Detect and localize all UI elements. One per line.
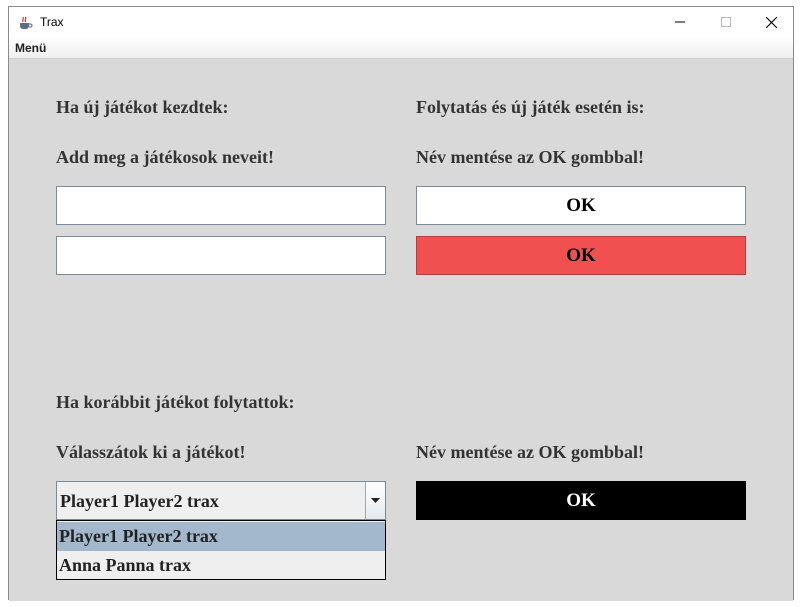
combobox-arrow-button[interactable] — [365, 482, 385, 519]
choose-game-instruction: Válasszátok ki a játékot! — [56, 442, 246, 462]
player1-name-input[interactable] — [56, 186, 386, 225]
maximize-button[interactable] — [703, 7, 749, 37]
new-game-heading: Ha új játékot kezdtek: — [56, 97, 229, 117]
player2-name-input[interactable] — [56, 236, 386, 275]
save-name-instruction-bottom: Név mentése az OK gombbal! — [416, 442, 644, 462]
combobox-selected-value: Player1 Player2 trax — [60, 491, 219, 511]
ok-button-player2[interactable]: OK — [416, 236, 746, 275]
java-cup-icon — [17, 14, 33, 30]
minimize-icon — [675, 21, 685, 23]
minimize-button[interactable] — [657, 7, 703, 37]
saved-game-combobox[interactable]: Player1 Player2 trax — [56, 481, 386, 520]
maximize-icon — [721, 17, 731, 27]
continue-and-new-heading: Folytatás és új játék esetén is: — [416, 97, 645, 117]
title-bar[interactable]: Trax — [9, 7, 793, 37]
window-title: Trax — [40, 15, 64, 29]
saved-game-dropdown-list: Player1 Player2 trax Anna Panna trax — [56, 520, 386, 580]
save-name-instruction-top: Név mentése az OK gombbal! — [416, 147, 644, 167]
main-panel: Ha új játékot kezdtek: Folytatás és új j… — [9, 59, 793, 601]
menu-item-menu[interactable]: Menü — [15, 41, 46, 55]
chevron-down-icon — [371, 498, 380, 503]
close-button[interactable] — [748, 7, 794, 37]
dropdown-option-selected[interactable]: Player1 Player2 trax — [57, 522, 385, 551]
close-icon — [765, 16, 777, 28]
dropdown-option[interactable]: Anna Panna trax — [57, 551, 385, 580]
enter-names-instruction: Add meg a játékosok neveit! — [56, 147, 274, 167]
ok-button-continue[interactable]: OK — [416, 481, 746, 520]
menu-bar: Menü — [9, 37, 793, 59]
app-window: Trax Menü Ha új játékot kezdtek: Folytat… — [8, 6, 794, 601]
continue-game-heading: Ha korábbit játékot folytattok: — [56, 392, 295, 412]
ok-button-player1[interactable]: OK — [416, 186, 746, 225]
